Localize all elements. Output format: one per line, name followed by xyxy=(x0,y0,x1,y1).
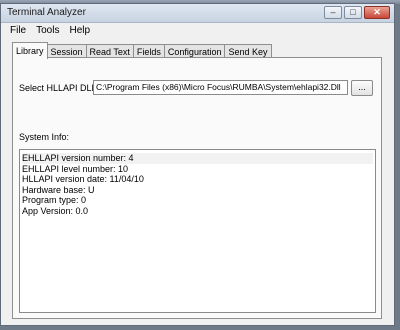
library-tab-panel: Select HLLAPI DLL C:\Program Files (x86)… xyxy=(12,57,382,319)
info-line: App Version: 0.0 xyxy=(22,205,89,216)
menu-file[interactable]: File xyxy=(5,25,31,36)
title-bar[interactable]: Terminal Analyzer – □ ✕ xyxy=(1,4,394,23)
close-button[interactable]: ✕ xyxy=(364,6,390,19)
maximize-button[interactable]: □ xyxy=(344,6,362,19)
menu-tools[interactable]: Tools xyxy=(31,25,64,36)
info-line: HLLAPI version date: 11/04/10 xyxy=(22,174,144,184)
info-line: Hardware base: U xyxy=(22,184,95,195)
system-info-textbox[interactable]: EHLLAPI version number: 4 EHLLAPI level … xyxy=(19,149,376,313)
dll-label: Select HLLAPI DLL xyxy=(19,83,97,93)
tab-library[interactable]: Library xyxy=(12,42,48,59)
tab-strip: Library Session Read Text Fields Configu… xyxy=(12,42,272,59)
info-line: EHLLAPI level number: 10 xyxy=(22,163,129,174)
minimize-button[interactable]: – xyxy=(324,6,342,19)
window-title: Terminal Analyzer xyxy=(7,7,86,18)
system-info-label: System Info: xyxy=(19,132,70,142)
dll-path-field[interactable]: C:\Program Files (x86)\Micro Focus\RUMBA… xyxy=(93,80,348,95)
menu-bar: File Tools Help xyxy=(1,23,394,38)
window-controls: – □ ✕ xyxy=(324,6,390,19)
info-line: Program type: 0 xyxy=(22,195,87,205)
app-window: Terminal Analyzer – □ ✕ File Tools Help … xyxy=(0,3,395,326)
browse-button[interactable]: ... xyxy=(351,80,373,96)
menu-help[interactable]: Help xyxy=(64,25,95,36)
info-line: EHLLAPI version number: 4 xyxy=(22,153,373,164)
